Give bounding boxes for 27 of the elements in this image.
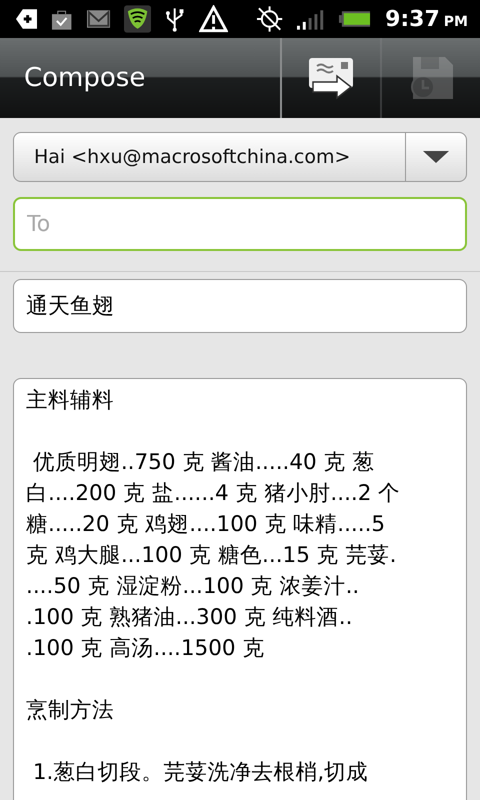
warning-icon	[198, 5, 228, 33]
send-mail-icon	[307, 56, 355, 100]
shopping-bag-icon	[51, 8, 73, 30]
to-field[interactable]: To	[13, 197, 467, 251]
body-text-line: 白....200 克 盐......4 克 猪小肘....2 个	[26, 480, 402, 508]
clock: 9:37 PM	[385, 6, 468, 32]
add-tag-icon	[16, 9, 38, 29]
body-text-line: .100 克 熟猪油...300 克 纯料酒..	[26, 604, 354, 632]
signal-icon	[296, 8, 324, 30]
body-text-line: 糖.....20 克 鸡翅....100 克 味精.....5	[26, 511, 386, 539]
usb-icon	[165, 6, 185, 32]
body-text-line: 1.葱白切段。芫荽洗净去根梢,切成	[32, 759, 370, 787]
body-text-line: 克 鸡大腿...100 克 糖色...15 克 芫荽.	[26, 542, 398, 570]
subject-field[interactable]: 通天鱼翅	[13, 279, 467, 333]
battery-icon	[338, 10, 372, 28]
dropdown-caret-icon	[423, 151, 449, 163]
body-text-line: .100 克 高汤....1500 克	[26, 635, 266, 663]
shield-signal-icon	[124, 5, 152, 33]
mail-icon	[86, 10, 110, 28]
body-text-line: ....50 克 湿淀粉...100 克 浓姜汁..	[26, 573, 360, 601]
body-text-line: 优质明翅..750 克 酱油.....40 克 葱	[32, 449, 376, 477]
screen-title: Compose	[23, 62, 146, 95]
gps-off-icon	[256, 5, 283, 33]
body-text-line: 主料辅料	[26, 387, 115, 415]
body-text-line: 烹制方法	[26, 697, 115, 725]
from-account-dropdown[interactable]: Hai <hxu@macrosoftchina.com>	[13, 132, 467, 182]
message-body-field[interactable]	[13, 378, 467, 800]
